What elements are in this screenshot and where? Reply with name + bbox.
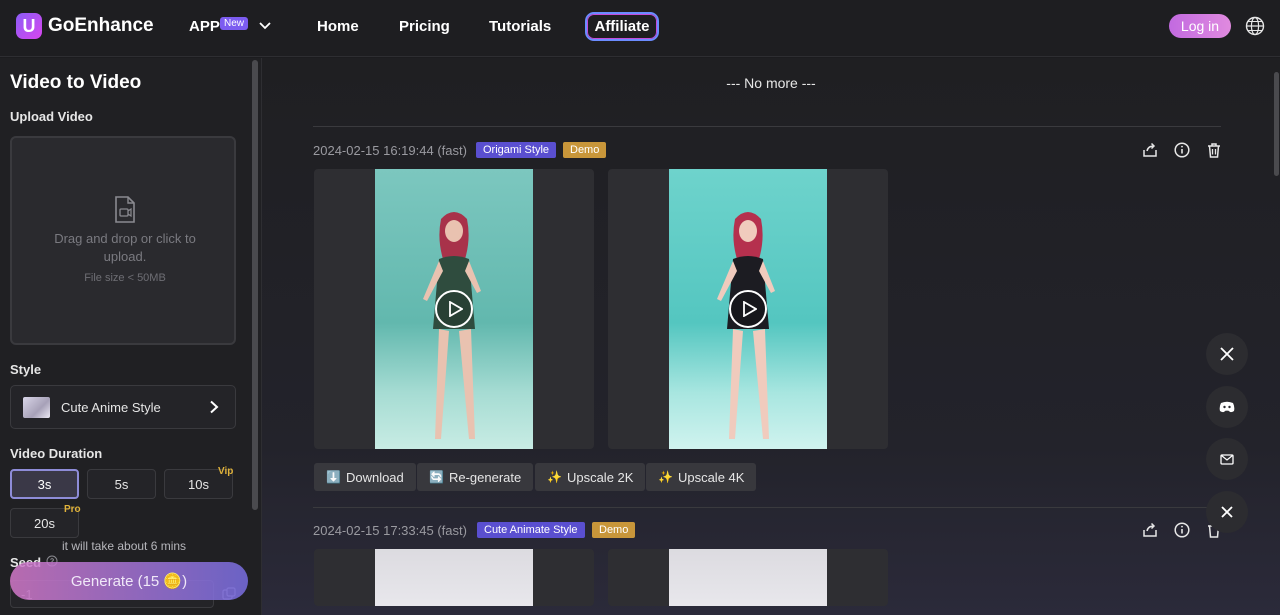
generate-button[interactable]: Generate (15 🪙) [10,562,248,600]
download-icon: ⬇️ [326,470,341,484]
chevron-right-icon [210,400,219,414]
duration-5s[interactable]: 5s [87,469,156,499]
pro-tag: Pro [64,504,81,515]
login-button[interactable]: Log in [1169,14,1231,38]
refresh-icon: 🔄 [429,470,444,484]
duration-label: Video Duration [10,446,103,461]
download-button[interactable]: ⬇️ Download [314,463,416,491]
page-title: Video to Video [10,72,142,93]
top-header: U GoEnhance APP New Home Pricing Tutoria… [0,0,1280,57]
close-social-button[interactable] [1206,491,1248,533]
discord-icon [1219,401,1235,413]
email-button[interactable] [1206,438,1248,480]
video-file-icon [115,196,135,223]
play-button[interactable] [435,290,473,328]
divider [313,507,1221,508]
logo-text: GoEnhance [48,15,154,36]
discord-button[interactable] [1206,386,1248,428]
play-button[interactable] [729,290,767,328]
video-frame [669,549,827,606]
x-twitter-button[interactable] [1206,333,1248,375]
upscale-4k-button[interactable]: ✨ Upscale 4K [646,463,757,491]
result-video-styled[interactable] [608,549,888,606]
style-value: Cute Anime Style [61,400,161,415]
download-label: Download [345,469,404,485]
style-tag: Origami Style [476,142,557,158]
play-icon [743,301,757,317]
logo-mark-icon: U [16,13,42,39]
demo-tag: Demo [563,142,607,158]
share-icon[interactable] [1142,522,1158,538]
style-label: Style [10,362,42,377]
play-icon [449,301,463,317]
regenerate-button[interactable]: 🔄 Re-generate [417,463,534,491]
upload-label: Upload Video [10,109,93,124]
mail-icon [1220,453,1234,465]
vip-tag: Vip [218,466,234,477]
globe-icon[interactable] [1245,16,1265,36]
duration-3s[interactable]: 3s [10,469,79,499]
new-badge: New [220,17,249,30]
info-icon[interactable] [1174,522,1190,538]
close-icon [1221,506,1233,518]
nav-pricing[interactable]: Pricing [399,18,450,35]
style-selector[interactable]: Cute Anime Style [10,385,236,429]
nav-home[interactable]: Home [317,18,359,35]
logo[interactable]: U GoEnhance [16,13,154,39]
item-timestamp: 2024-02-15 16:19:44 (fast) [313,143,467,158]
item-timestamp: 2024-02-15 17:33:45 (fast) [313,523,467,538]
upscale-4k-label: Upscale 4K [677,469,745,485]
demo-tag: Demo [592,522,636,538]
x-twitter-icon [1220,347,1234,361]
time-estimate: it will take about 6 mins [62,539,187,553]
share-icon[interactable] [1142,142,1158,158]
result-video-styled[interactable] [608,169,888,449]
affiliate-button[interactable]: Affiliate [585,12,659,41]
style-thumbnail [23,397,50,418]
divider [313,126,1221,127]
upscale-2k-label: Upscale 2K [566,469,634,485]
sparkle-icon: ✨ [658,470,673,484]
upload-size-limit: File size < 50MB [84,272,166,284]
result-video-original[interactable] [314,549,594,606]
nav-app[interactable]: APP [189,18,220,35]
regenerate-label: Re-generate [448,469,522,485]
result-video-original[interactable] [314,169,594,449]
chevron-down-icon[interactable] [258,18,272,32]
sidebar-scrollbar[interactable] [252,60,258,510]
upload-dropzone[interactable]: Drag and drop or click to upload. File s… [10,136,236,345]
info-icon[interactable] [1174,142,1190,158]
video-frame [375,549,533,606]
style-tag: Cute Animate Style [477,522,585,538]
no-more-text: --- No more --- [726,75,816,91]
upscale-2k-button[interactable]: ✨ Upscale 2K [535,463,646,491]
nav-tutorials[interactable]: Tutorials [489,18,551,35]
sparkle-icon: ✨ [547,470,562,484]
trash-icon[interactable] [1206,142,1222,158]
upload-instructions: Drag and drop or click to upload. [54,231,196,264]
